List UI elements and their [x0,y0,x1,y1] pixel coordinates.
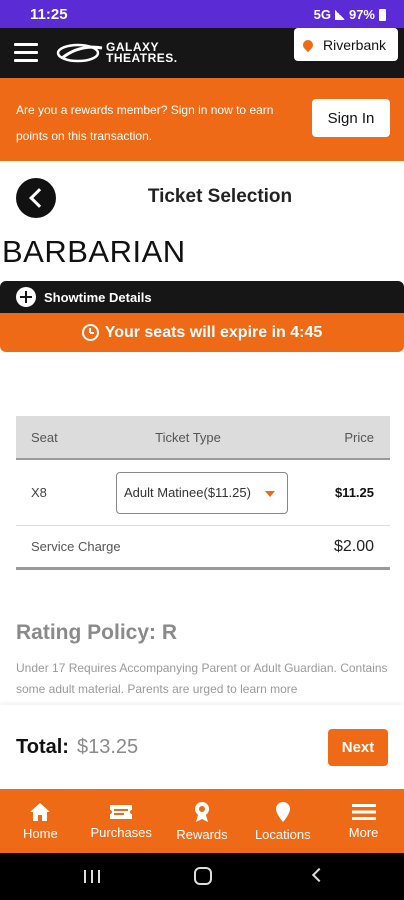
menu-icon [351,803,376,820]
battery-percent: 97% [348,7,375,22]
seat-cell: X8 [31,485,47,500]
rating-policy-text: Under 17 Requires Accompanying Parent or… [16,661,388,696]
rating-policy-title: Rating Policy: R [16,621,178,644]
app-header: GALAXY THEATRES. Riverbank [0,28,404,78]
location-pin-icon [275,801,290,822]
ticket-table: Seat Ticket Type Price X8 Adult Matinee(… [16,416,390,570]
system-back-icon[interactable] [311,867,327,883]
sign-in-button[interactable]: Sign In [312,99,390,137]
clock-icon [81,324,99,341]
table-header: Seat Ticket Type Price [16,416,390,460]
nav-purchases[interactable]: Purchases [81,789,162,853]
ticket-type-value: Adult Matinee($11.25) [124,485,251,500]
page-title: Ticket Selection [147,186,293,207]
location-name: Riverbank [323,36,387,53]
location-selector-button[interactable]: Riverbank [294,28,398,61]
recent-apps-icon[interactable] [84,870,100,883]
caret-down-icon [265,490,275,497]
network-label: 5G [313,7,331,22]
rewards-message: Are you a rewards member? Sign in now to… [16,103,274,143]
total-bar: Total: $13.25 Next [0,705,404,789]
nav-more-label: More [348,824,379,840]
expiry-message: Your seats will expire in 4:45 [104,323,323,341]
logo-line2: THEATRES. [106,51,178,65]
galaxy-theatres-logo[interactable]: GALAXY THEATRES. [56,37,178,69]
next-button[interactable]: Next [328,729,388,766]
nav-rewards-label: Rewards [176,826,228,842]
status-time: 11:25 [30,6,68,23]
service-charge-value: $2.00 [333,537,374,555]
page-title-container: Ticket Selection [0,186,404,208]
showtime-details-toggle[interactable]: Showtime Details [0,281,404,313]
logo-swoosh-icon [56,43,103,63]
total-label: Total: [16,736,69,758]
total-value: $13.25 [77,736,139,758]
plus-circle-icon [16,287,36,307]
nav-rewards[interactable]: Rewards [162,789,243,853]
nav-home-label: Home [23,825,58,841]
system-nav-bar [0,853,404,900]
award-icon [194,801,209,822]
header-seat: Seat [31,429,58,445]
showtime-details-label: Showtime Details [44,289,152,305]
nav-locations-label: Locations [254,826,311,842]
page-header: Ticket Selection [0,178,404,218]
service-charge-row: Service Charge $2.00 [16,526,390,570]
service-charge-label: Service Charge [31,539,121,554]
home-button-icon[interactable] [194,867,212,885]
hamburger-menu-icon[interactable] [14,43,38,63]
home-icon [30,802,51,821]
seat-expiry-banner: Your seats will expire in 4:45 [0,313,404,352]
ticket-icon [110,804,133,819]
status-bar: 11:25 5G 97% [0,0,404,28]
bottom-nav: Home Purchases Rewards Locations More [0,789,404,853]
ticket-type-select[interactable]: Adult Matinee($11.25) [116,471,288,514]
status-icons: 5G 97% [314,7,386,22]
nav-home[interactable]: Home [0,789,81,853]
header-ticket-type: Ticket Type [155,429,221,445]
nav-locations[interactable]: Locations [242,789,323,853]
nav-more[interactable]: More [323,789,404,853]
price-cell: $11.25 [334,485,374,500]
movie-title: BARBARIAN [2,234,186,269]
signal-icon [334,9,345,20]
location-pin-icon [300,37,316,52]
header-price: Price [344,429,374,445]
battery-icon [379,8,386,21]
nav-purchases-label: Purchases [90,824,152,840]
rewards-banner: Are you a rewards member? Sign in now to… [0,78,404,161]
table-row: X8 Adult Matinee($11.25) $11.25 [16,460,390,526]
